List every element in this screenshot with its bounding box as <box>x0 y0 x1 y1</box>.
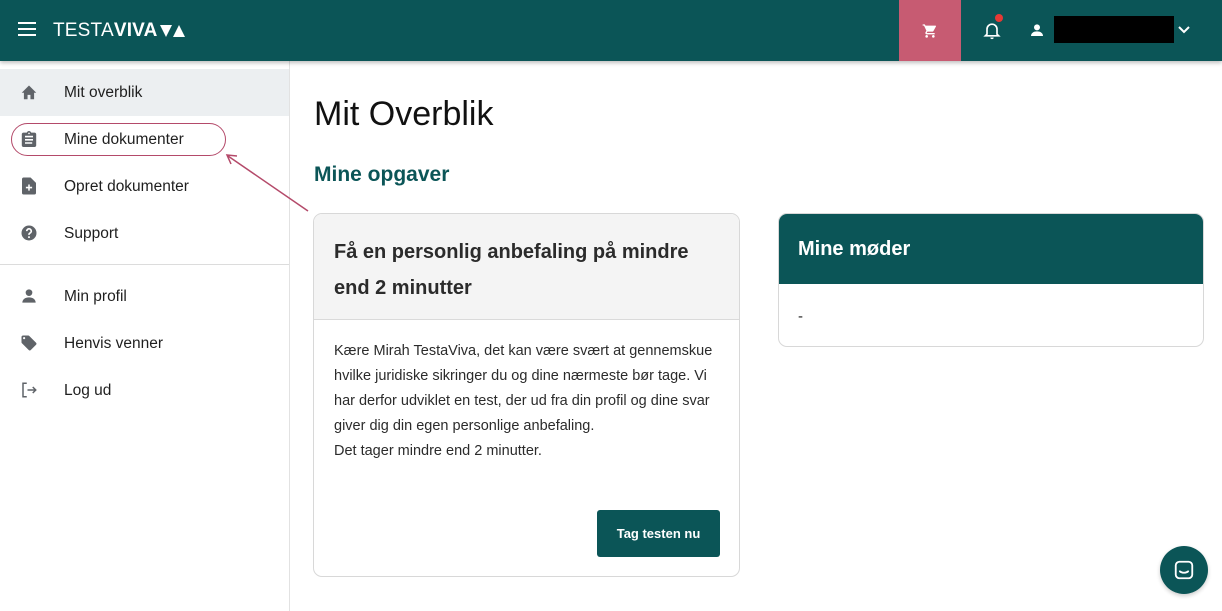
meetings-card-value: - <box>798 308 803 325</box>
sidebar: Mit overblik Mine dokumenter Opret dokum… <box>0 61 290 611</box>
chevron-down-icon[interactable] <box>1177 24 1191 36</box>
notifications-button[interactable] <box>979 14 1005 44</box>
sidebar-item-label: Min profil <box>64 288 127 305</box>
sidebar-item-support[interactable]: Support <box>0 210 289 257</box>
page-title: Mit Overblik <box>314 95 494 133</box>
sidebar-item-log-ud[interactable]: Log ud <box>0 367 289 414</box>
bell-icon <box>983 23 1001 40</box>
sidebar-item-label: Mit overblik <box>64 84 143 101</box>
person-icon <box>20 287 38 305</box>
logo-mark-icon <box>159 25 185 37</box>
chat-icon <box>1174 560 1194 580</box>
sidebar-item-mit-overblik[interactable]: Mit overblik <box>0 69 289 116</box>
meetings-card-header: Mine møder <box>779 214 1203 284</box>
user-icon <box>1031 24 1043 36</box>
task-card: Få en personlig anbefaling på mindre end… <box>313 213 740 577</box>
user-name[interactable] <box>1054 16 1174 43</box>
task-card-body: Kære Mirah TestaViva, det kan være svært… <box>334 339 729 464</box>
help-circle-icon <box>20 224 38 242</box>
sidebar-item-henvis-venner[interactable]: Henvis venner <box>0 320 289 367</box>
sidebar-item-label: Support <box>64 225 119 242</box>
sidebar-item-label: Mine dokumenter <box>64 131 184 148</box>
sidebar-item-label: Log ud <box>64 382 112 399</box>
section-title-mine-opgaver: Mine opgaver <box>314 163 450 186</box>
task-card-text: Kære Mirah TestaViva, det kan være svært… <box>334 343 713 434</box>
clipboard-icon <box>20 130 38 148</box>
logo-text-light: TESTA <box>53 20 114 41</box>
sidebar-item-min-profil[interactable]: Min profil <box>0 273 289 320</box>
tag-icon <box>20 334 38 352</box>
sidebar-item-opret-dokumenter[interactable]: Opret dokumenter <box>0 163 289 210</box>
meetings-card: Mine møder - <box>778 213 1204 347</box>
sidebar-item-mine-dokumenter[interactable]: Mine dokumenter <box>0 116 289 163</box>
sidebar-item-label: Opret dokumenter <box>64 178 189 195</box>
top-app-bar: TESTA VIVA <box>0 0 1222 61</box>
sidebar-divider <box>0 264 289 265</box>
take-test-button[interactable]: Tag testen nu <box>597 510 720 557</box>
meetings-card-title: Mine møder <box>798 238 911 260</box>
sidebar-item-label: Henvis venner <box>64 335 164 352</box>
home-icon <box>20 83 38 101</box>
logout-icon <box>20 381 38 399</box>
notification-badge <box>995 14 1003 22</box>
cart-icon <box>922 23 936 38</box>
chat-button[interactable] <box>1160 546 1208 594</box>
logo-text-bold: VIVA <box>113 20 158 41</box>
task-card-header: Få en personlig anbefaling på mindre end… <box>314 214 739 320</box>
file-plus-icon <box>20 177 38 195</box>
hamburger-menu-icon[interactable] <box>18 22 38 38</box>
cart-button[interactable] <box>899 0 961 61</box>
task-card-title: Få en personlig anbefaling på mindre end… <box>334 241 689 299</box>
task-card-text: Det tager mindre end 2 minutter. <box>334 443 542 459</box>
logo[interactable]: TESTA VIVA <box>53 20 186 42</box>
